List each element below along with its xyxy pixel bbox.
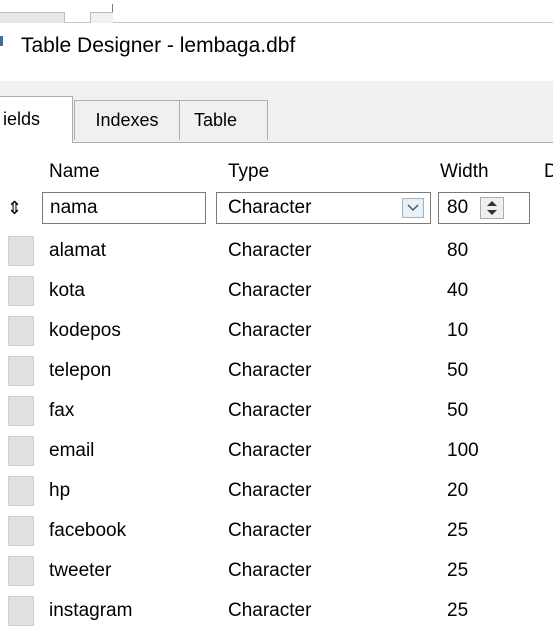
toolbar-button[interactable] (0, 12, 65, 23)
chevron-down-icon[interactable] (402, 198, 424, 218)
table-row[interactable]: alamat Character 80 (0, 234, 553, 270)
field-width-input[interactable]: 80 (438, 192, 530, 224)
row-selector[interactable] (8, 396, 34, 426)
field-width: 80 (447, 240, 469, 261)
field-name: kodepos (49, 320, 121, 341)
tab-fields[interactable]: ields (0, 96, 73, 143)
field-name: tweeter (49, 560, 112, 581)
row-selector[interactable] (8, 596, 34, 626)
field-width: 100 (447, 440, 479, 461)
field-type: Character (228, 280, 312, 301)
field-name: alamat (49, 240, 107, 261)
column-header-decimal[interactable]: D (544, 161, 553, 183)
field-type-select[interactable]: Character (216, 192, 431, 224)
window-title: Table Designer - lembaga.dbf (21, 34, 296, 57)
toolbar-strip (0, 0, 553, 23)
field-width: 50 (447, 360, 469, 381)
column-header-type[interactable]: Type (228, 161, 269, 183)
toolbar-button[interactable] (90, 12, 113, 23)
table-row[interactable]: telepon Character 50 (0, 354, 553, 390)
field-type: Character (228, 240, 312, 261)
field-type: Character (228, 360, 312, 381)
table-row[interactable]: kodepos Character 10 (0, 314, 553, 350)
field-width: 20 (447, 480, 469, 501)
field-name: hp (49, 480, 71, 501)
field-type: Character (228, 480, 312, 501)
field-name: kota (49, 280, 85, 301)
field-type-value: Character (228, 197, 312, 218)
field-type: Character (228, 440, 312, 461)
field-type: Character (228, 400, 312, 421)
row-selector[interactable] (8, 516, 34, 546)
field-name: fax (49, 400, 75, 421)
spinner-icon[interactable] (480, 197, 504, 219)
table-row[interactable]: kota Character 40 (0, 274, 553, 310)
table-row[interactable]: fax Character 50 (0, 394, 553, 430)
row-selector[interactable] (8, 316, 34, 346)
field-width: 25 (447, 560, 469, 581)
field-width: 50 (447, 400, 469, 421)
table-row[interactable]: hp Character 20 (0, 474, 553, 510)
field-name: facebook (49, 520, 127, 541)
row-selector[interactable] (8, 556, 34, 586)
field-type: Character (228, 600, 312, 621)
column-header-name[interactable]: Name (49, 161, 100, 183)
row-move-icon[interactable]: ⇕ (4, 194, 34, 224)
tab-table[interactable]: Table (180, 100, 268, 140)
field-name: instagram (49, 600, 133, 621)
field-type: Character (228, 560, 312, 581)
field-name-input[interactable]: nama (42, 192, 206, 224)
row-selector[interactable] (8, 476, 34, 506)
tab-indexes[interactable]: Indexes (74, 100, 180, 140)
row-selector[interactable] (8, 276, 34, 306)
field-width: 10 (447, 320, 469, 341)
table-row[interactable]: facebook Character 25 (0, 514, 553, 550)
table-row[interactable]: instagram Character 25 (0, 594, 553, 630)
column-header-width[interactable]: Width (440, 161, 489, 183)
field-width: 40 (447, 280, 469, 301)
field-width: 25 (447, 520, 469, 541)
field-name: email (49, 440, 95, 461)
field-type: Character (228, 320, 312, 341)
table-row[interactable]: tweeter Character 25 (0, 554, 553, 590)
field-name-value: nama (50, 197, 98, 218)
field-width-value: 80 (447, 197, 469, 218)
app-icon (0, 34, 6, 48)
row-selector[interactable] (8, 236, 34, 266)
table-row[interactable]: email Character 100 (0, 434, 553, 470)
field-name: telepon (49, 360, 112, 381)
row-selector[interactable] (8, 436, 34, 466)
field-type: Character (228, 520, 312, 541)
row-selector[interactable] (8, 356, 34, 386)
field-width: 25 (447, 600, 469, 621)
table-row[interactable]: ⇕ nama Character 80 (0, 192, 553, 228)
